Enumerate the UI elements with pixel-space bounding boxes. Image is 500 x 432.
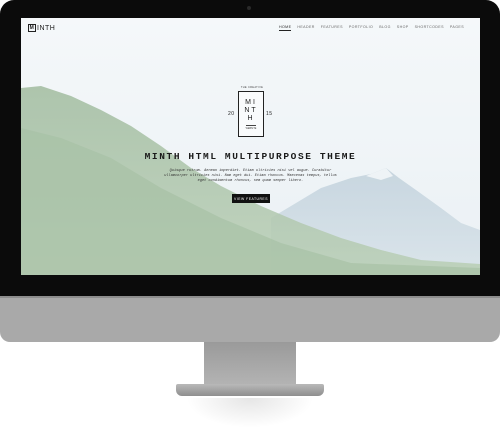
nav-item-shop[interactable]: SHOP bbox=[397, 25, 409, 31]
emblem-year-right: 15 bbox=[266, 111, 273, 117]
screen: M INTH HOME HEADER FEATURES PORTFOLIO BL… bbox=[21, 18, 480, 275]
main-menu: HOME HEADER FEATURES PORTFOLIO BLOG SHOP… bbox=[278, 25, 464, 31]
emblem-bottom-text: WEBSITE bbox=[245, 124, 257, 130]
nav-item-header[interactable]: HEADER bbox=[297, 25, 314, 31]
nav-item-features[interactable]: FEATURES bbox=[321, 25, 343, 31]
monitor-chin bbox=[0, 296, 500, 342]
monitor-base bbox=[176, 384, 324, 396]
nav-item-home[interactable]: HOME bbox=[278, 25, 292, 31]
view-features-button[interactable]: VIEW FEATURES bbox=[232, 194, 270, 203]
logo-text: INTH bbox=[37, 24, 56, 32]
nav-item-shortcodes[interactable]: SHORTCODES bbox=[415, 25, 444, 31]
camera-icon bbox=[247, 6, 251, 10]
chin-divider bbox=[0, 296, 500, 298]
nav-item-blog[interactable]: BLOG bbox=[379, 25, 391, 31]
base-reflection bbox=[186, 398, 314, 428]
top-navigation-bar: M INTH HOME HEADER FEATURES PORTFOLIO BL… bbox=[21, 18, 480, 38]
nav-item-portfolio[interactable]: PORTFOLIO bbox=[349, 25, 373, 31]
hero-emblem: THE CREATIVE MINTH WEBSITE bbox=[238, 86, 264, 137]
emblem-year-left: 20 bbox=[228, 111, 235, 117]
site-logo[interactable]: M INTH bbox=[28, 24, 55, 32]
nav-item-pages[interactable]: PAGES bbox=[450, 25, 464, 31]
monitor-stand bbox=[204, 342, 296, 386]
hero-title: MINTH HTML MULTIPURPOSE THEME bbox=[144, 151, 357, 162]
emblem-letters: MINTH bbox=[244, 98, 258, 122]
hero-background-image bbox=[21, 18, 480, 275]
logo-mark: M bbox=[28, 24, 36, 32]
hero-description: Quisque rutrum. Aenean imperdiet. Etiam … bbox=[164, 169, 337, 184]
emblem-top-text: THE CREATIVE bbox=[240, 86, 264, 89]
